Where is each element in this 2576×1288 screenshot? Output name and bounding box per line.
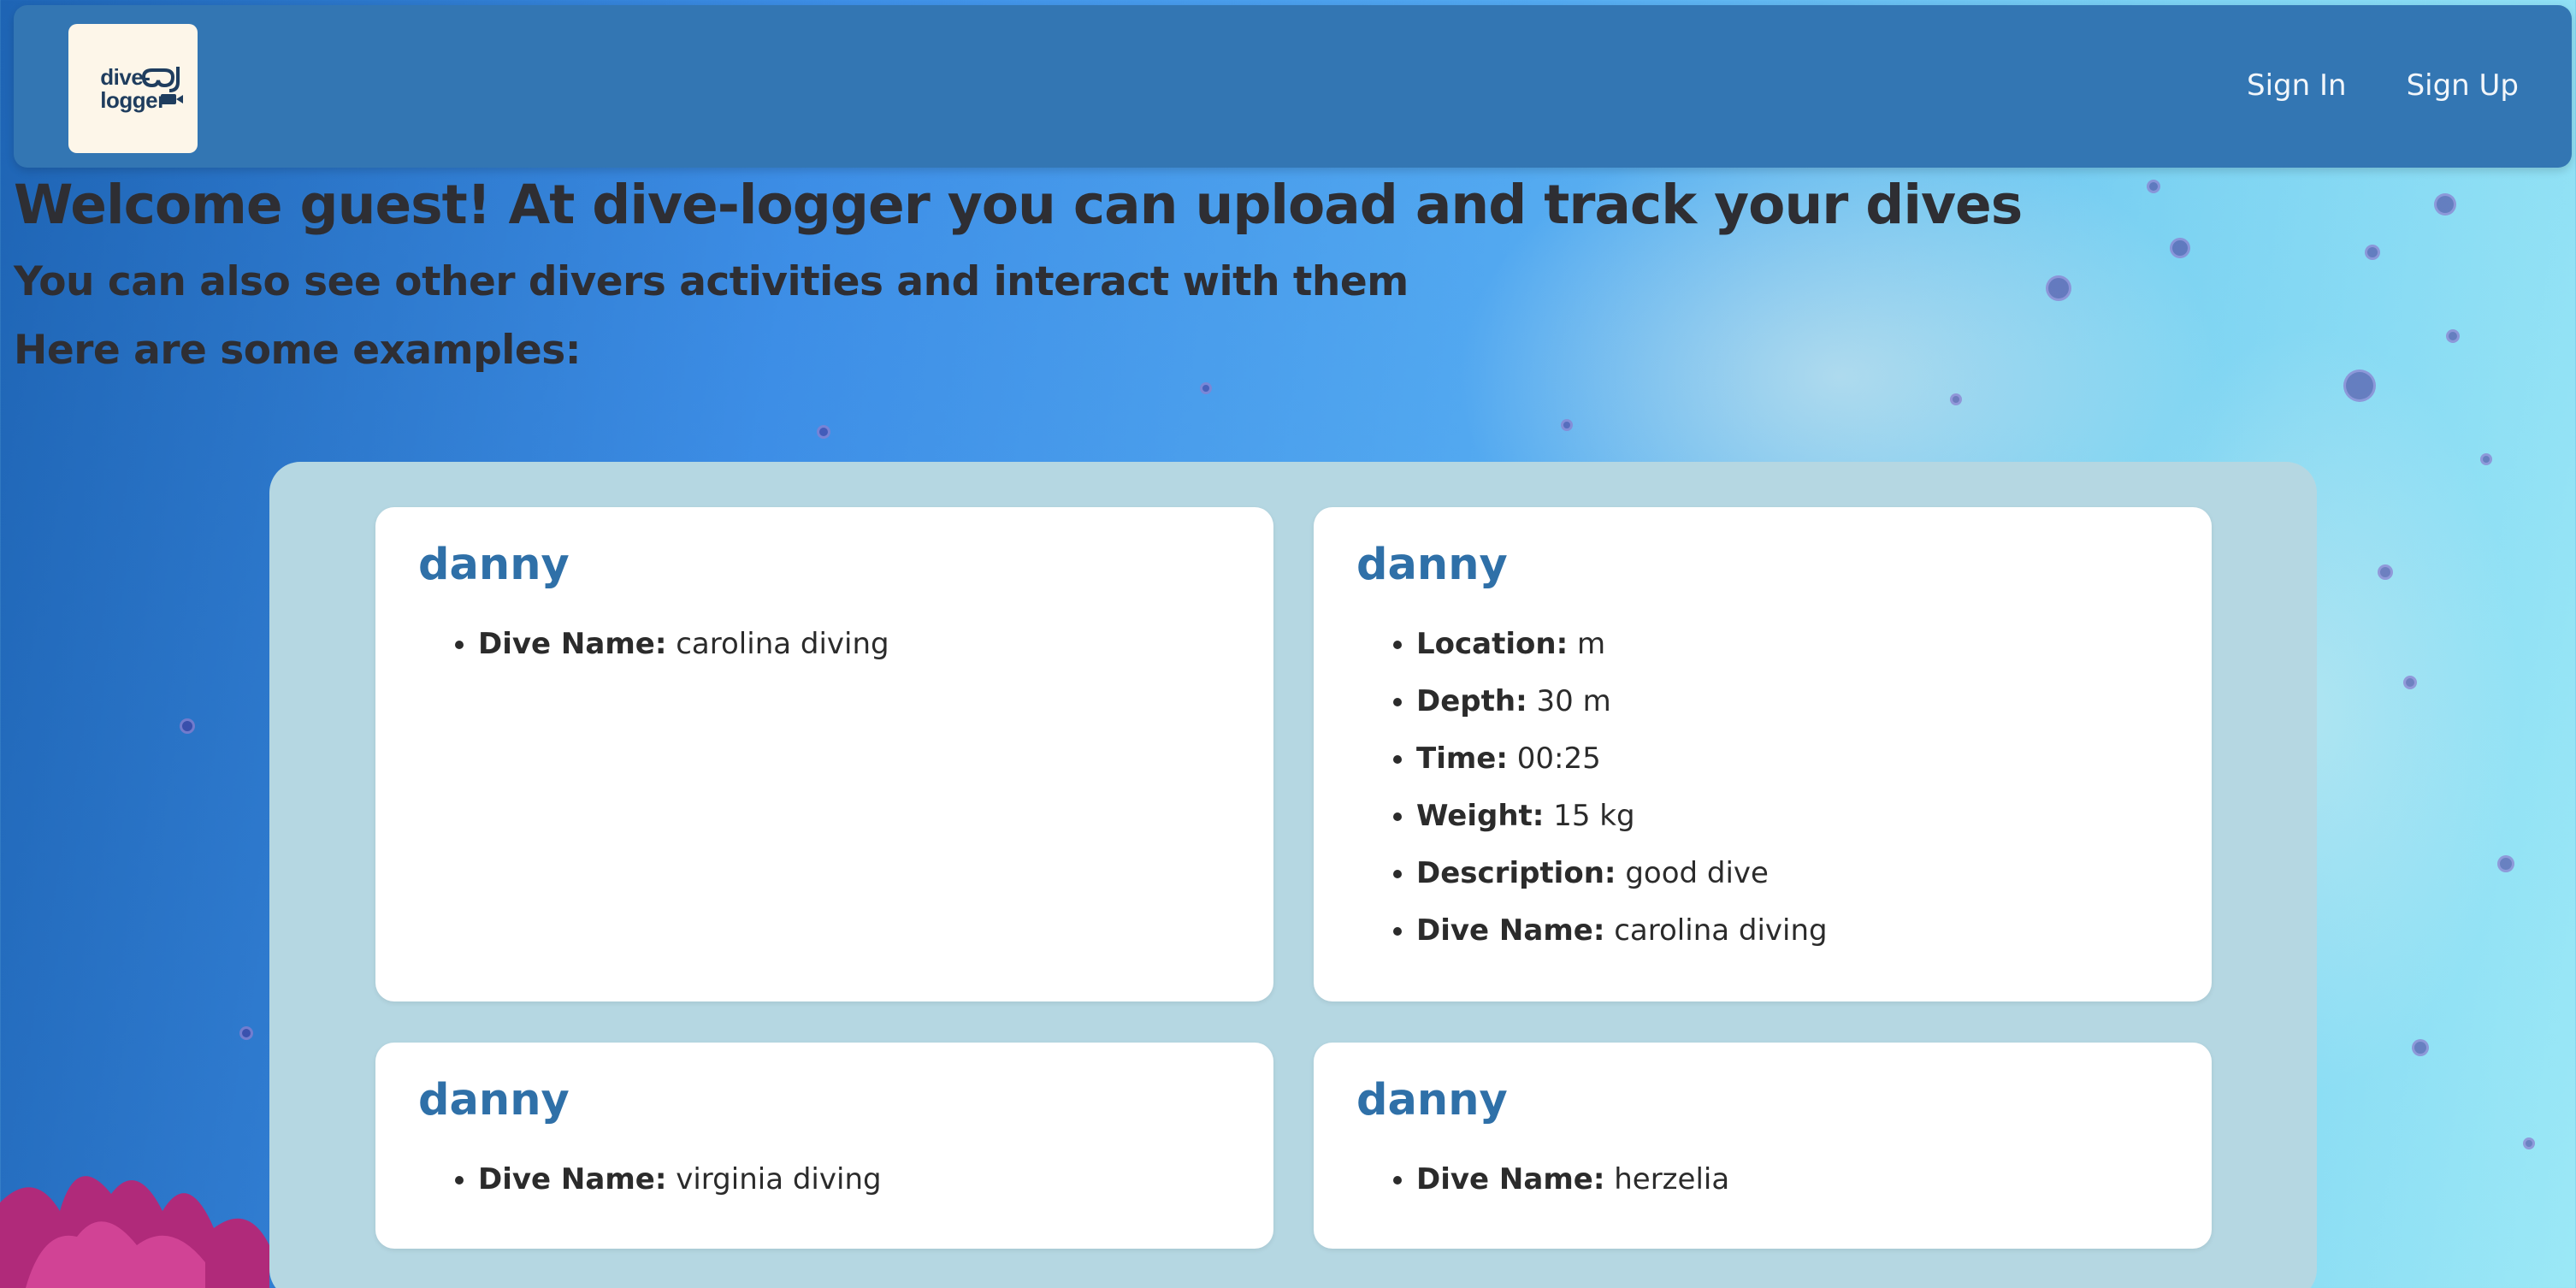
bubble	[2446, 329, 2460, 343]
dive-detail-label: Time:	[1416, 741, 1508, 776]
dive-detail-value: 30 m	[1536, 684, 1611, 718]
dive-detail-value: m	[1577, 627, 1606, 661]
dive-detail-label: Dive Name:	[478, 627, 667, 661]
dive-examples-panel: danny Dive Name: carolina diving danny L…	[269, 462, 2317, 1288]
dive-detail-value: virginia diving	[676, 1162, 882, 1196]
sign-up-link[interactable]: Sign Up	[2407, 68, 2519, 103]
bubble	[2343, 369, 2376, 402]
dive-detail-label: Weight:	[1416, 799, 1545, 833]
bubble	[2147, 180, 2160, 193]
bubble	[239, 1026, 253, 1040]
dive-detail-item: Description: good dive	[1416, 845, 2169, 902]
dive-detail-label: Location:	[1416, 627, 1569, 661]
welcome-subtitle: You can also see other divers activities…	[14, 258, 1409, 305]
bubble	[2480, 453, 2492, 465]
bubble	[2378, 564, 2393, 580]
dive-card[interactable]: danny Dive Name: virginia diving	[375, 1043, 1273, 1249]
welcome-title: Welcome guest! At dive-logger you can up…	[14, 174, 2023, 236]
bubble	[2365, 245, 2380, 260]
dive-detail-value: herzelia	[1614, 1162, 1730, 1196]
dive-details-list: Dive Name: virginia diving	[418, 1151, 1231, 1208]
bubble	[1950, 393, 1962, 405]
bubble	[817, 425, 830, 439]
dive-card-username[interactable]: danny	[1356, 540, 2169, 590]
dive-card-username[interactable]: danny	[418, 540, 1231, 590]
dive-details-list: Dive Name: herzelia	[1356, 1151, 2169, 1208]
dive-detail-item: Dive Name: carolina diving	[1416, 902, 2169, 960]
bubble	[2523, 1137, 2535, 1149]
dive-card-username[interactable]: danny	[1356, 1075, 2169, 1126]
dive-detail-label: Description:	[1416, 856, 1616, 890]
dive-logger-logo[interactable]: dive- logger	[68, 24, 198, 153]
sign-in-link[interactable]: Sign In	[2247, 68, 2347, 103]
dive-detail-label: Dive Name:	[1416, 913, 1605, 948]
coral-decoration	[0, 1176, 269, 1288]
dive-detail-item: Depth: 30 m	[1416, 673, 2169, 730]
dive-detail-value: 15 kg	[1553, 799, 1635, 833]
dive-detail-value: 00:25	[1516, 741, 1601, 776]
bubble	[2170, 238, 2190, 258]
dive-detail-label: Depth:	[1416, 684, 1527, 718]
dive-detail-label: Dive Name:	[478, 1162, 667, 1196]
bubble	[2046, 275, 2071, 301]
auth-nav: Sign In Sign Up	[2247, 68, 2519, 103]
dive-detail-value: carolina diving	[1614, 913, 1828, 948]
dive-detail-item: Time: 00:25	[1416, 730, 2169, 788]
dive-card[interactable]: danny Dive Name: herzelia	[1314, 1043, 2212, 1249]
dive-detail-item: Dive Name: herzelia	[1416, 1151, 2169, 1208]
top-navbar: dive- logger Sign In Sign Up	[14, 5, 2572, 168]
dive-card[interactable]: danny Location: m Depth: 30 m Time: 00:2…	[1314, 507, 2212, 1001]
bubble	[2497, 855, 2514, 872]
bubble	[1200, 382, 1212, 394]
snorkel-mask-icon	[141, 67, 183, 104]
bubble	[2403, 676, 2417, 689]
dive-detail-value: carolina diving	[676, 627, 889, 661]
dive-details-list: Dive Name: carolina diving	[418, 616, 1231, 673]
dive-detail-item: Location: m	[1416, 616, 2169, 673]
bubble	[2412, 1039, 2429, 1056]
bubble	[1561, 419, 1573, 431]
dive-detail-value: good dive	[1625, 856, 1769, 890]
examples-heading: Here are some examples:	[14, 327, 582, 374]
dive-card-username[interactable]: danny	[418, 1075, 1231, 1126]
bubble	[180, 718, 195, 734]
dive-details-list: Location: m Depth: 30 m Time: 00:25 Weig…	[1356, 616, 2169, 960]
dive-card[interactable]: danny Dive Name: carolina diving	[375, 507, 1273, 1001]
dive-detail-label: Dive Name:	[1416, 1162, 1605, 1196]
dive-detail-item: Dive Name: virginia diving	[478, 1151, 1231, 1208]
dive-detail-item: Dive Name: carolina diving	[478, 616, 1231, 673]
bubble	[2434, 193, 2456, 216]
dive-detail-item: Weight: 15 kg	[1416, 788, 2169, 845]
